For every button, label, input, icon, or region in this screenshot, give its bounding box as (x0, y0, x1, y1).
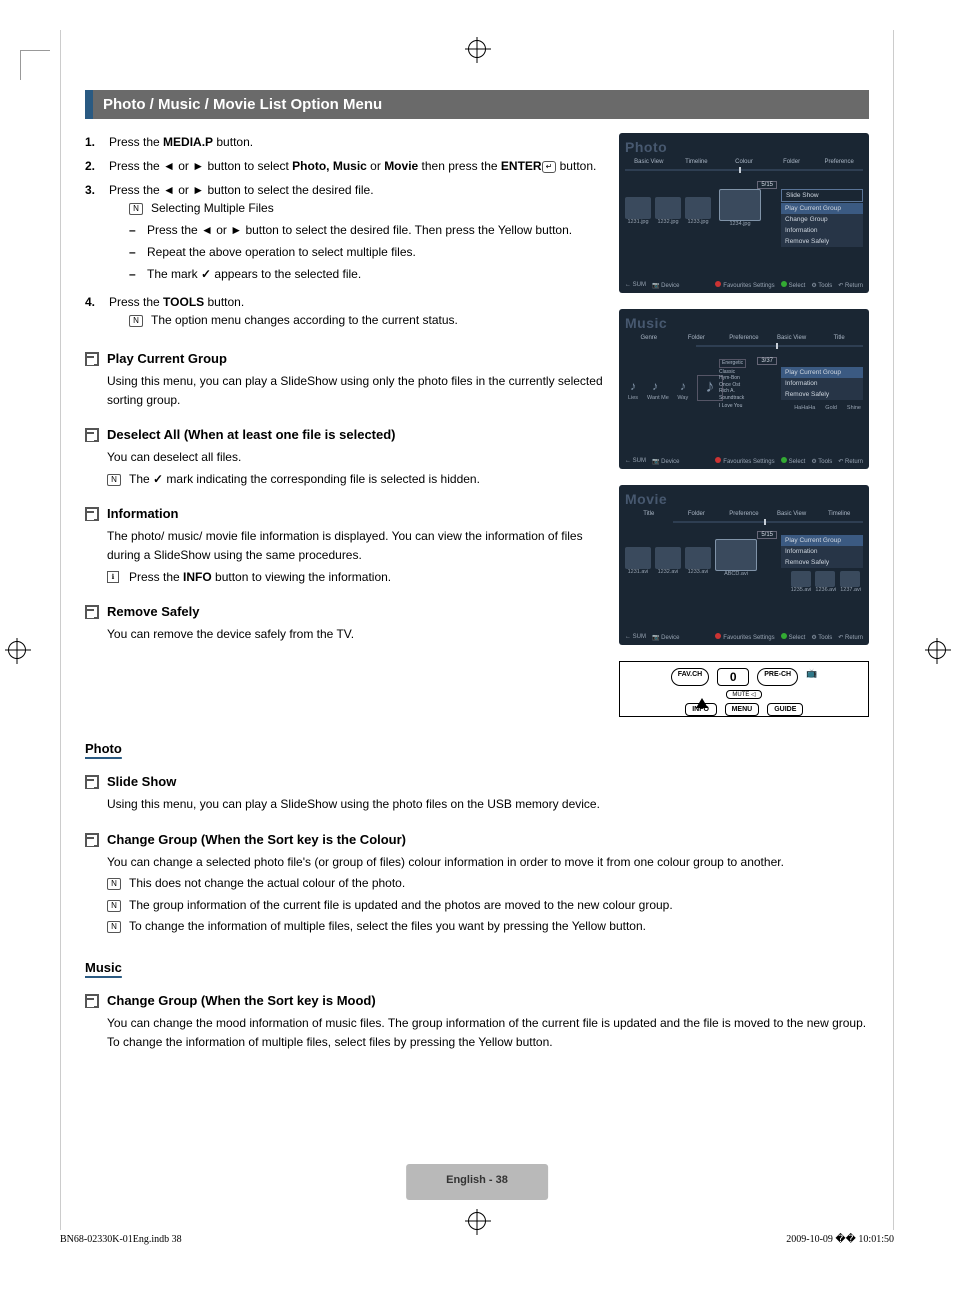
note-icon: N (107, 921, 121, 933)
page-title: Photo / Music / Movie List Option Menu (85, 90, 869, 119)
square-bullet-icon (85, 833, 99, 847)
square-bullet-icon (85, 994, 99, 1008)
note-icon: N (107, 900, 121, 912)
note-icon: N (107, 878, 121, 890)
square-bullet-icon (85, 507, 99, 521)
photo-screenshot: Photo Basic ViewTimelineColourFolderPref… (619, 133, 869, 293)
enter-icon: ↵ (542, 161, 557, 173)
music-screenshot: Music GenreFolderPreferenceBasic ViewTit… (619, 309, 869, 469)
music-heading: Music (85, 960, 869, 975)
note-icon: N (129, 315, 143, 327)
square-bullet-icon (85, 352, 99, 366)
info-button-icon: ℹ (107, 571, 119, 583)
square-bullet-icon (85, 605, 99, 619)
square-bullet-icon (85, 775, 99, 789)
note-icon: N (107, 474, 121, 486)
check-icon: ✓ (153, 472, 163, 486)
procedure-list: 1. Press the MEDIA.P button. 2. Press th… (85, 133, 603, 333)
note-icon: N (129, 203, 143, 215)
page-number: English - 38 (406, 1164, 548, 1200)
remote-diagram: FAV.CH 0 PRE-CH 📺 MUTE ◁ INFO MENU GUIDE (619, 661, 869, 717)
check-icon: ✓ (201, 267, 211, 281)
footer-left: BN68-02330K-01Eng.indb 38 (60, 1234, 182, 1245)
page-body: Photo / Music / Movie List Option Menu 1… (60, 30, 894, 1230)
square-bullet-icon (85, 428, 99, 442)
footer-right: 2009-10-09 �� 10:01:50 (786, 1234, 894, 1245)
movie-screenshot: Movie TitleFolderPreferenceBasic ViewTim… (619, 485, 869, 645)
photo-heading: Photo (85, 741, 869, 756)
